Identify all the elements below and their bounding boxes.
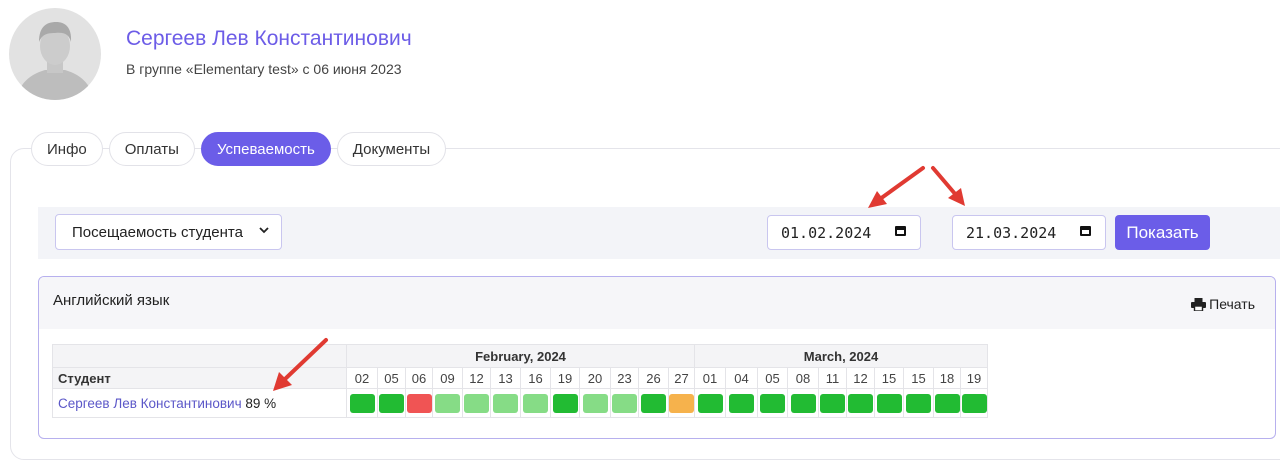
attendance-mark-present[interactable] [379,393,404,413]
student-column-header: Студент [52,367,347,389]
day-header: 27 [668,367,695,389]
day-header: 13 [490,367,521,389]
month-header: March, 2024 [694,344,988,368]
attendance-cell [757,388,788,418]
tab-performance[interactable]: Успеваемость [200,132,331,166]
attendance-cell [579,388,611,418]
attendance-mark-present[interactable] [697,393,723,413]
attendance-mark-late[interactable] [669,393,694,413]
attendance-mark-partial[interactable] [612,393,637,413]
student-name: Сергеев Лев Константинович [126,27,412,50]
attendance-cell [903,388,934,418]
attendance-cell [638,388,669,418]
date-from-value: 01.02.2024 [781,223,872,242]
day-header: 06 [405,367,433,389]
attendance-cell [462,388,491,418]
day-header: 18 [933,367,961,389]
attendance-mark-present[interactable] [961,393,987,413]
attendance-mark-partial[interactable] [523,393,548,413]
printer-icon [1191,298,1207,312]
month-header: February, 2024 [346,344,695,368]
group-info: В группе «Elementary test» с 06 июня 202… [126,61,402,77]
attendance-mark-partial[interactable] [493,393,518,413]
date-to-input[interactable]: 21.03.2024 [952,215,1106,250]
day-header: 26 [638,367,669,389]
day-header: 11 [818,367,847,389]
attendance-cell [490,388,521,418]
day-header: 04 [725,367,758,389]
avatar [9,8,101,100]
attendance-percent: 89 % [245,395,277,411]
day-header: 02 [346,367,378,389]
attendance-cell [933,388,961,418]
day-header: 09 [432,367,463,389]
attendance-mark-partial[interactable] [435,393,460,413]
show-button[interactable]: Показать [1115,215,1210,250]
corner-cell [52,344,347,368]
attendance-cell [432,388,463,418]
student-cell: Сергеев Лев Константинович 89 % [52,388,347,418]
calendar-icon[interactable] [1080,226,1091,236]
day-header: 16 [520,367,551,389]
day-header: 08 [787,367,819,389]
attendance-mark-present[interactable] [876,393,902,413]
date-from-input[interactable]: 01.02.2024 [767,215,921,250]
user-silhouette-icon [17,22,93,100]
attendance-cell [377,388,406,418]
attendance-cell [668,388,695,418]
attendance-cell [725,388,758,418]
attendance-cell [787,388,819,418]
card-header: Английский язык Печать [39,277,1275,329]
day-header: 15 [874,367,904,389]
day-header: 19 [960,367,988,389]
day-header: 20 [579,367,611,389]
attendance-mark-partial[interactable] [464,393,489,413]
day-header: 05 [377,367,406,389]
attendance-mark-present[interactable] [729,393,754,413]
day-header: 05 [757,367,788,389]
day-header: 12 [846,367,875,389]
tab-bar: Инфо Оплаты Успеваемость Документы [31,132,447,166]
attendance-cell [346,388,378,418]
day-header: 15 [903,367,934,389]
attendance-mark-partial[interactable] [582,393,608,413]
attendance-cell [550,388,580,418]
attendance-cell [405,388,433,418]
student-link[interactable]: Сергеев Лев Константинович [58,396,242,411]
attendance-mark-present[interactable] [790,393,816,413]
attendance-mark-present[interactable] [934,393,960,413]
attendance-mark-absent[interactable] [406,393,432,413]
attendance-cell [818,388,847,418]
attendance-cell [520,388,551,418]
attendance-mark-present[interactable] [641,393,666,413]
attendance-mark-present[interactable] [820,393,845,413]
attendance-table: February, 2024 March, 2024 Студент 02 05 06… [52,344,988,418]
report-type-value: Посещаемость студента [72,223,243,241]
attendance-cell [874,388,904,418]
attendance-cell [694,388,726,418]
chevron-down-icon [259,224,269,238]
subject-title: Английский язык [53,292,170,309]
report-type-select[interactable]: Посещаемость студента [55,214,282,250]
print-label: Печать [1209,296,1255,312]
attendance-mark-present[interactable] [760,393,785,413]
day-header: 01 [694,367,726,389]
day-header: 23 [610,367,639,389]
date-to-value: 21.03.2024 [966,223,1057,242]
attendance-cell [960,388,988,418]
attendance-cell [846,388,875,418]
table-row: Сергеев Лев Константинович 89 % [52,388,988,418]
tab-payments[interactable]: Оплаты [108,132,195,166]
tab-documents[interactable]: Документы [336,132,447,166]
tab-info[interactable]: Инфо [31,132,103,166]
attendance-mark-present[interactable] [906,393,931,413]
day-header: 12 [462,367,491,389]
attendance-mark-present[interactable] [552,393,578,413]
calendar-icon[interactable] [895,226,906,236]
attendance-mark-present[interactable] [349,393,375,413]
print-button[interactable]: Печать [1191,296,1255,312]
day-header: 19 [550,367,580,389]
attendance-mark-present[interactable] [848,393,873,413]
attendance-cell [610,388,639,418]
